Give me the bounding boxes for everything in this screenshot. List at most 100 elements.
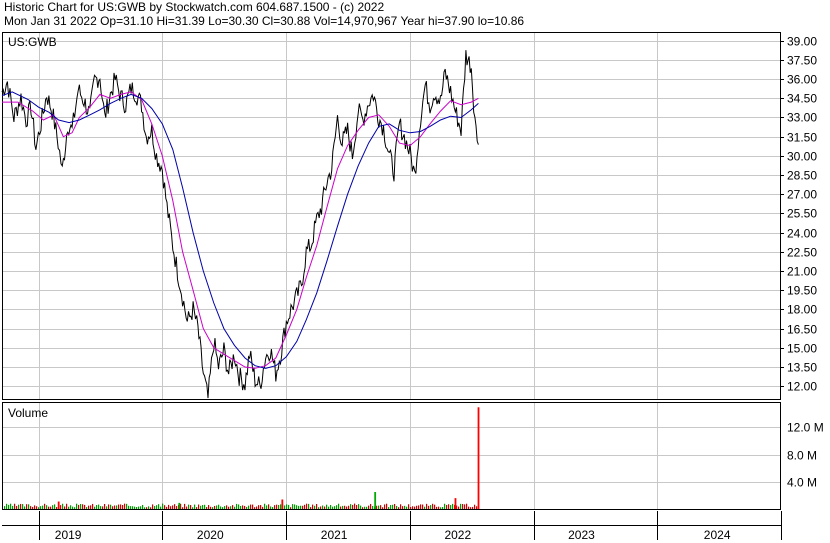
volume-bar — [8, 504, 10, 509]
year-label: 2020 — [197, 528, 224, 542]
volume-bar — [348, 505, 350, 509]
volume-bar — [216, 505, 218, 509]
volume-bar — [226, 505, 228, 509]
volume-bar — [372, 505, 374, 509]
volume-bar — [308, 503, 310, 509]
volume-bar — [250, 504, 252, 509]
volume-bar — [116, 505, 118, 509]
volume-bar — [246, 506, 248, 509]
volume-bar — [56, 507, 58, 509]
volume-spike — [454, 498, 457, 509]
volume-bar — [430, 505, 432, 509]
volume-bar — [260, 505, 262, 509]
price-tick-label: 30.00 — [787, 150, 817, 164]
volume-spike — [57, 501, 60, 509]
volume-bar — [114, 505, 116, 509]
volume-bar — [82, 504, 84, 509]
volume-bar — [424, 506, 426, 509]
volume-bar — [230, 506, 232, 509]
volume-bar — [110, 504, 112, 509]
volume-bar — [346, 506, 348, 509]
volume-bar — [442, 506, 444, 509]
volume-bar — [428, 505, 430, 509]
volume-bar — [366, 506, 368, 509]
volume-bar — [74, 507, 76, 509]
stock-chart: 39.00 37.50 36.00 34.50 33.00 31.50 30.00 28.50… — [1, 32, 824, 542]
volume-bar — [96, 505, 98, 509]
volume-bar — [316, 503, 318, 509]
volume-bar — [202, 505, 204, 509]
volume-bar — [164, 505, 166, 509]
volume-bar — [184, 503, 186, 509]
volume-bar — [100, 506, 102, 509]
volume-bar — [78, 504, 80, 509]
volume-bar — [188, 504, 190, 509]
volume-bar — [162, 503, 164, 509]
volume-bar — [362, 507, 364, 509]
volume-bar — [220, 506, 222, 509]
volume-bar — [330, 505, 332, 509]
volume-bar — [14, 503, 16, 509]
volume-bar — [38, 507, 40, 509]
volume-bar — [6, 503, 8, 509]
volume-bar — [386, 503, 388, 509]
volume-bar — [458, 506, 460, 509]
volume-bar — [408, 504, 410, 509]
volume-bar — [280, 504, 282, 509]
price-tick-label: 22.50 — [787, 246, 817, 260]
volume-bar — [272, 507, 274, 509]
year-label: 2024 — [704, 528, 731, 542]
volume-bar — [146, 507, 148, 509]
volume-bar — [340, 506, 342, 509]
volume-bar — [204, 504, 206, 509]
volume-y-axis: 12.0 M 8.0 M 4.0 M — [787, 421, 824, 490]
volume-bar — [258, 505, 260, 509]
volume-bar — [176, 506, 178, 509]
volume-label: Volume — [8, 406, 48, 420]
volume-bar — [48, 506, 50, 509]
volume-bar — [62, 503, 64, 509]
volume-bar — [364, 506, 366, 509]
volume-bar — [92, 503, 94, 509]
volume-bar — [474, 504, 476, 509]
year-label: 2019 — [55, 528, 82, 542]
volume-bar — [212, 507, 214, 509]
volume-bar — [128, 505, 130, 509]
volume-bar — [22, 504, 24, 509]
volume-bar — [112, 506, 114, 509]
volume-bar — [286, 504, 288, 509]
volume-bar — [168, 504, 170, 509]
volume-bar — [358, 504, 360, 509]
volume-bar — [232, 505, 234, 509]
volume-bar — [66, 503, 68, 509]
volume-bar — [218, 504, 220, 509]
volume-bars — [4, 407, 480, 509]
volume-bar — [320, 506, 322, 509]
volume-spike — [477, 407, 480, 509]
volume-bar — [60, 505, 62, 509]
volume-bar — [244, 505, 246, 509]
volume-bar — [200, 505, 202, 509]
volume-bar — [210, 506, 212, 509]
volume-bar — [224, 506, 226, 509]
volume-bar — [384, 504, 386, 509]
volume-bar — [420, 504, 422, 509]
volume-bar — [214, 505, 216, 509]
volume-bar — [64, 506, 66, 509]
volume-bar — [382, 507, 384, 509]
volume-bar — [264, 503, 266, 509]
price-line — [1, 50, 479, 399]
volume-bar — [134, 506, 136, 509]
volume-bar — [304, 504, 306, 509]
volume-bar — [376, 505, 378, 509]
volume-bar — [338, 503, 340, 509]
volume-bar — [446, 504, 448, 509]
price-y-axis: 39.00 37.50 36.00 34.50 33.00 31.50 30.00 28.50… — [780, 35, 817, 394]
volume-bar — [174, 504, 176, 509]
volume-bar — [266, 505, 268, 509]
volume-bar — [448, 504, 450, 509]
volume-bar — [158, 504, 160, 509]
volume-bar — [380, 505, 382, 509]
volume-bar — [412, 506, 414, 509]
volume-bar — [388, 507, 390, 509]
